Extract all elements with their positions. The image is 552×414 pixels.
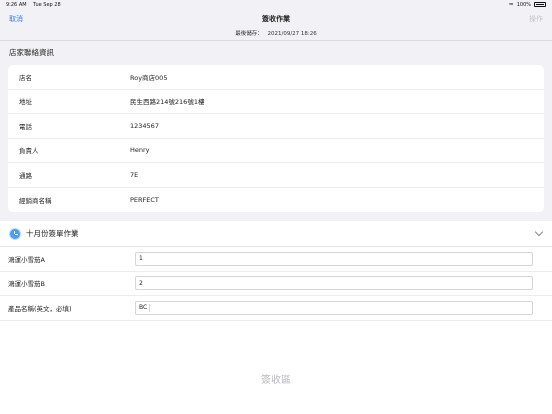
store-row-name: 店名 Roy商店005 (8, 65, 544, 90)
field-label: 鴻運小雪茄A (8, 255, 45, 264)
row-label: 經銷商名稱 (19, 196, 52, 205)
store-row-owner: 負責人 Henry (8, 139, 544, 163)
form-section-header[interactable]: 十月份簽單作業 (0, 221, 552, 247)
battery-icon (534, 2, 546, 7)
status-bar: 9:26 AM Tue Sep 28 ≈ 100% (0, 0, 552, 9)
row-value: Henry (130, 146, 150, 155)
signature-area[interactable]: 簽收區 (0, 371, 552, 386)
row-label: 負責人 (19, 147, 39, 156)
row-label: 店名 (19, 73, 32, 82)
status-right: ≈ 100% (509, 1, 546, 8)
form-section-title: 十月份簽單作業 (26, 229, 79, 238)
row-value: 7E (130, 170, 139, 179)
row-value: PERFECT (130, 195, 159, 204)
form-row-product-name: 產品名稱(英文，必填) BC (0, 296, 552, 321)
row-label: 電話 (19, 122, 32, 131)
product-name-input[interactable]: BC (135, 300, 533, 315)
page-title: 簽收作業 (262, 15, 290, 23)
wifi-icon: ≈ (508, 1, 514, 8)
action-button[interactable]: 操作 (529, 14, 543, 24)
form-row-product-a: 鴻運小雪茄A 1 (0, 247, 552, 272)
divider (0, 40, 552, 41)
clock-icon (9, 227, 21, 240)
last-saved-label: 最後儲存： (235, 31, 263, 37)
status-left: 9:26 AM Tue Sep 28 (6, 2, 66, 8)
battery-percent: 100% (516, 1, 531, 8)
store-row-phone: 電話 1234567 (8, 114, 544, 139)
store-info-card: 店名 Roy商店005 地址 民生西路214號216號1樓 電話 1234567… (8, 65, 544, 212)
row-label: 地址 (19, 98, 32, 107)
row-value: 1234567 (130, 121, 159, 130)
row-value: Roy商店005 (130, 73, 168, 82)
field-label: 產品名稱(英文，必填) (8, 304, 72, 313)
store-row-distributor: 經銷商名稱 PERFECT (8, 188, 544, 213)
navigation-bar: 取消 簽收作業 操作 (0, 9, 552, 29)
row-label: 通路 (19, 171, 32, 180)
store-section-title: 店家聯絡資訊 (9, 48, 54, 57)
product-name-value: BC (139, 304, 148, 312)
signing-form-panel: 十月份簽單作業 鴻運小雪茄A 1 鴻運小雪茄B 2 產品名稱(英文，必填) BC… (0, 221, 552, 414)
last-saved-timestamp: 2021/09/27 18:26 (267, 31, 317, 37)
field-label: 鴻運小雪茄B (8, 280, 45, 289)
status-time: 9:26 AM (6, 1, 27, 8)
product-a-input[interactable]: 1 (135, 251, 533, 266)
row-value: 民生西路214號216號1樓 (130, 98, 205, 107)
store-row-address: 地址 民生西路214號216號1樓 (8, 90, 544, 114)
status-date: Tue Sep 28 (33, 1, 61, 8)
input-separator (149, 303, 150, 312)
form-row-product-b: 鴻運小雪茄B 2 (0, 272, 552, 296)
cancel-button[interactable]: 取消 (9, 14, 23, 24)
last-saved-bar: 最後儲存： 2021/09/27 18:26 (0, 29, 552, 40)
product-b-input[interactable]: 2 (135, 276, 533, 291)
store-row-channel: 通路 7E (8, 163, 544, 188)
chevron-down-icon[interactable] (534, 227, 544, 237)
